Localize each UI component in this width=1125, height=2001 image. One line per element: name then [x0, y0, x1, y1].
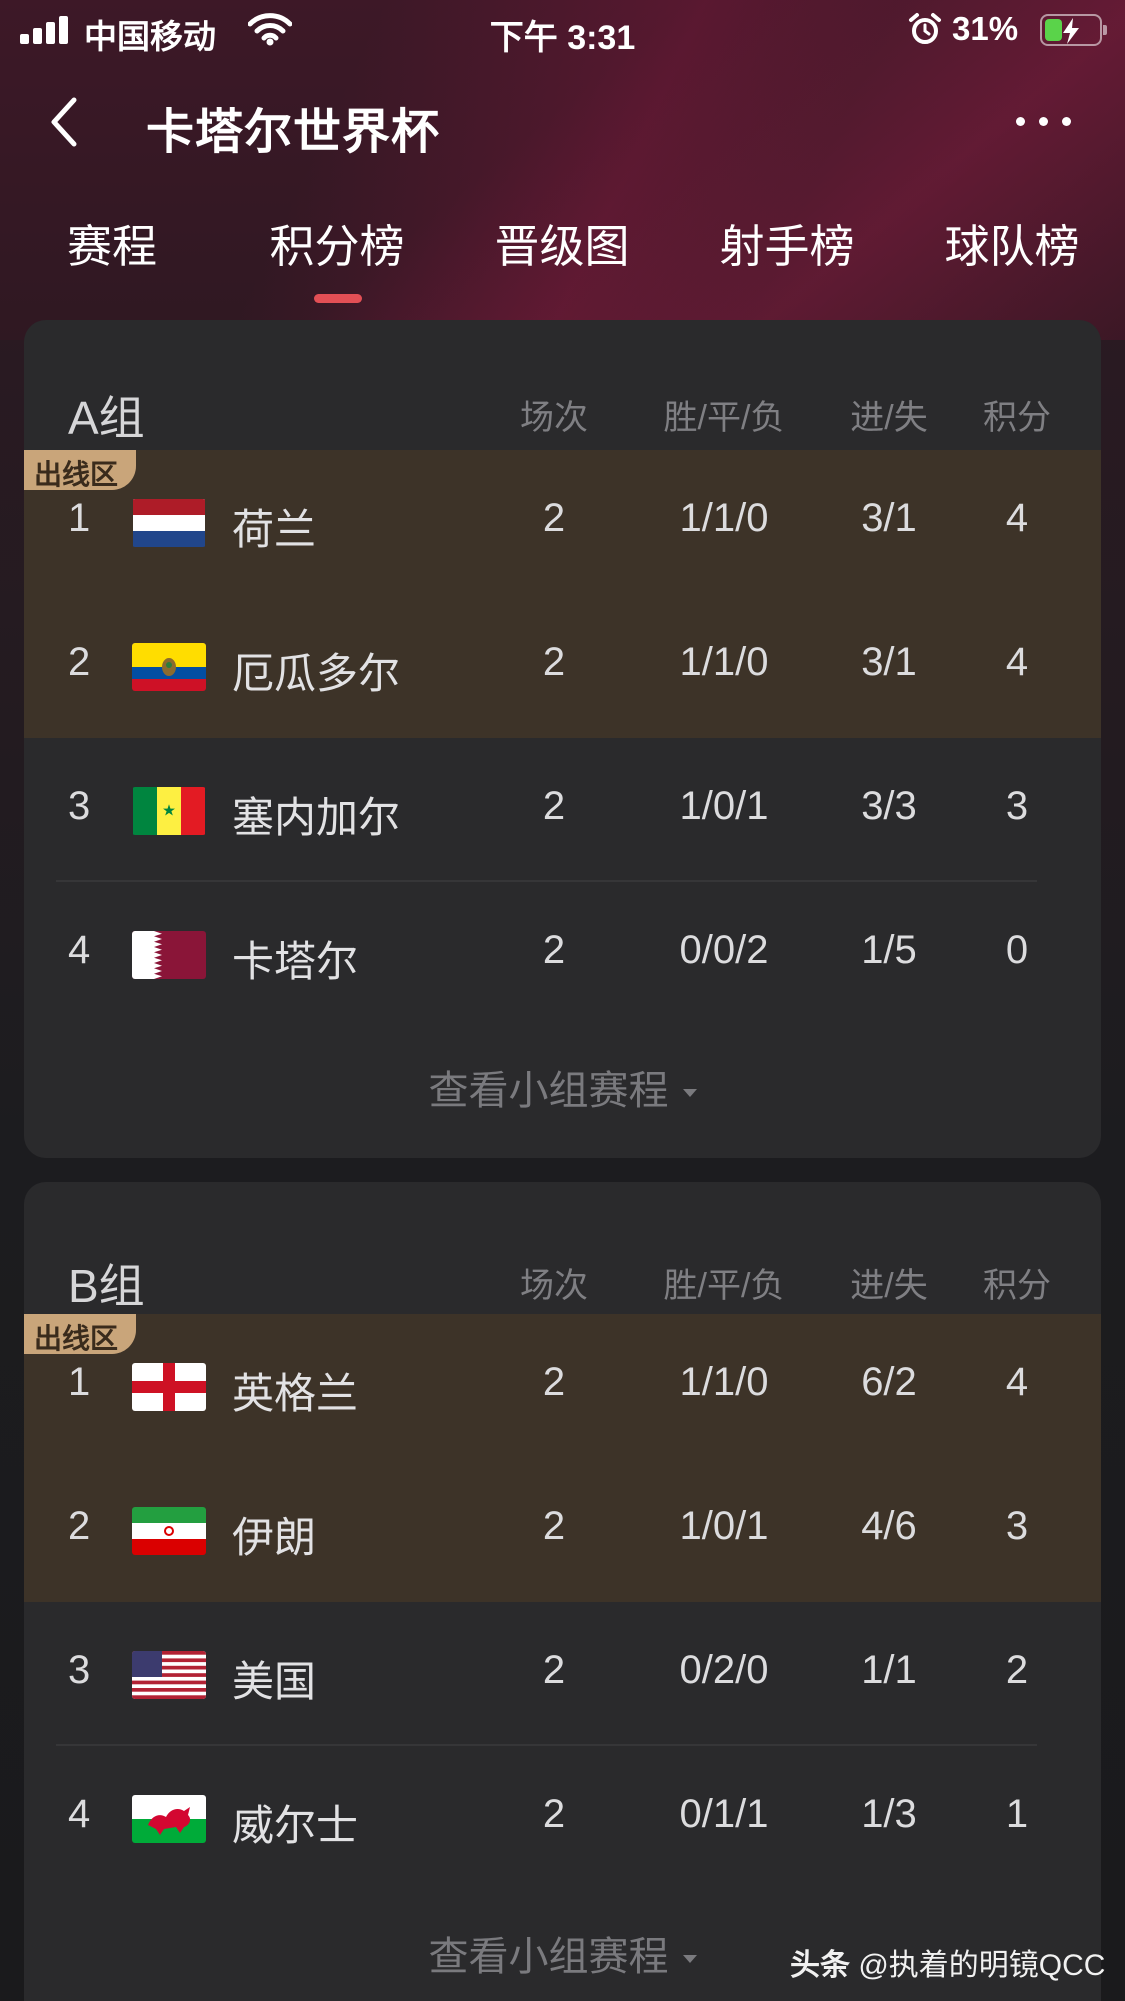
alarm-clock-icon	[909, 13, 941, 44]
rank: 2	[68, 1504, 91, 1548]
win-draw-loss: 1/1/0	[679, 496, 769, 540]
points: 3	[1005, 784, 1029, 828]
group-b-card: B组 场次 胜/平/负 进/失 积分 1 英格兰 2 1/1/0 6/2 4 出…	[24, 1182, 1101, 2001]
watermark-brand: 头条	[790, 1949, 850, 1982]
points: 2	[1005, 1648, 1029, 1692]
view-schedule-label: 查看小组赛程	[428, 1069, 669, 1113]
win-draw-loss: 0/0/2	[679, 928, 769, 972]
group-title: A组	[68, 392, 145, 444]
tab-top-scorers[interactable]: 射手榜	[697, 210, 877, 275]
table-row[interactable]: 1 英格兰 2 1/1/0 6/2 4	[24, 1314, 1101, 1458]
usa-flag-icon	[132, 1651, 206, 1699]
win-draw-loss: 1/1/0	[679, 640, 769, 684]
points: 3	[1005, 1504, 1029, 1548]
points: 4	[1005, 496, 1029, 540]
win-draw-loss: 0/1/1	[679, 1792, 769, 1836]
tab-schedule[interactable]: 赛程	[22, 210, 202, 275]
rank: 2	[68, 640, 91, 684]
table-row[interactable]: 2 厄瓜多尔 2 1/1/0 3/1 4	[24, 594, 1101, 738]
wales-flag-icon	[132, 1795, 206, 1843]
rank: 4	[68, 928, 91, 972]
view-schedule-label: 查看小组赛程	[428, 1935, 669, 1979]
column-points: 积分	[983, 1267, 1051, 1305]
rank: 1	[68, 1360, 91, 1404]
qualification-zone-badge: 出线区	[24, 1314, 136, 1354]
column-points: 积分	[983, 399, 1051, 437]
more-options-icon[interactable]	[1012, 110, 1076, 134]
tab-standings[interactable]: 积分榜	[247, 210, 427, 275]
points: 0	[1005, 928, 1029, 972]
column-wdl: 胜/平/负	[663, 1267, 785, 1305]
team-name: 塞内加尔	[232, 794, 401, 841]
page-title: 卡塔尔世界杯	[146, 106, 441, 159]
battery-icon	[1040, 14, 1107, 46]
iran-flag-icon	[132, 1507, 206, 1555]
england-flag-icon	[132, 1363, 206, 1411]
played: 2	[542, 784, 566, 828]
tab-bar: 赛程 积分榜 晋级图 射手榜 球队榜	[0, 210, 1125, 300]
table-row[interactable]: 4 卡塔尔 2 0/0/2 1/5 0	[24, 882, 1101, 1026]
played: 2	[542, 496, 566, 540]
table-row[interactable]: 3 美国 2 0/2/0 1/1 2	[24, 1602, 1101, 1746]
win-draw-loss: 0/2/0	[679, 1648, 769, 1692]
watermark-handle: @执着的明镜QCC	[858, 1949, 1106, 1982]
played: 2	[542, 928, 566, 972]
group-a-card: A组 场次 胜/平/负 进/失 积分 1 荷兰 2 1/1/0 3/1 4 出线…	[24, 320, 1101, 1158]
column-played: 场次	[520, 399, 588, 437]
caret-down-icon	[682, 1955, 697, 1964]
column-played: 场次	[520, 1267, 588, 1305]
ecuador-flag-icon	[132, 643, 206, 691]
team-name: 威尔士	[232, 1802, 359, 1849]
team-name: 厄瓜多尔	[232, 650, 401, 697]
team-name: 美国	[232, 1658, 317, 1705]
played: 2	[542, 1792, 566, 1836]
points: 4	[1005, 640, 1029, 684]
group-title: B组	[68, 1260, 145, 1312]
column-wdl: 胜/平/负	[663, 399, 785, 437]
win-draw-loss: 1/0/1	[679, 1504, 769, 1548]
table-row[interactable]: 2 伊朗 2 1/0/1 4/6 3	[24, 1458, 1101, 1602]
standings-page: 中国移动 下午 3:31 31% 卡塔尔世界杯 赛程 积分榜 晋级图 射手榜 球…	[0, 0, 1125, 2001]
active-tab-indicator	[314, 294, 362, 303]
netherlands-flag-icon	[132, 499, 206, 547]
played: 2	[542, 1360, 566, 1404]
win-draw-loss: 1/0/1	[679, 784, 769, 828]
played: 2	[542, 640, 566, 684]
qatar-flag-icon	[132, 931, 206, 979]
view-group-schedule-link[interactable]: 查看小组赛程	[24, 1058, 1101, 1116]
status-bar: 中国移动 下午 3:31 31%	[0, 0, 1125, 60]
rank: 1	[68, 496, 91, 540]
battery-percent: 31%	[952, 10, 1019, 47]
played: 2	[542, 1648, 566, 1692]
points: 1	[1005, 1792, 1029, 1836]
win-draw-loss: 1/1/0	[679, 1360, 769, 1404]
back-arrow-icon[interactable]	[40, 92, 84, 152]
qualification-zone-badge: 出线区	[24, 450, 136, 490]
tab-bracket[interactable]: 晋级图	[472, 210, 652, 275]
caret-down-icon	[682, 1089, 697, 1098]
group-header: A组 场次 胜/平/负 进/失 积分	[24, 320, 1101, 450]
table-row[interactable]: 4 威尔士 2 0/1/1 1/3 1	[24, 1746, 1101, 1890]
tab-team-rankings[interactable]: 球队榜	[922, 210, 1102, 275]
table-row[interactable]: 3 塞内加尔 2 1/0/1 3/3 3	[24, 738, 1101, 882]
rank: 3	[68, 1648, 91, 1692]
rank: 3	[68, 784, 91, 828]
team-name: 卡塔尔	[232, 938, 359, 985]
team-name: 英格兰	[232, 1370, 359, 1417]
table-row[interactable]: 1 荷兰 2 1/1/0 3/1 4	[24, 450, 1101, 594]
points: 4	[1005, 1360, 1029, 1404]
rank: 4	[68, 1792, 91, 1836]
watermark: 头条 @执着的明镜QCC	[790, 1940, 1105, 1984]
played: 2	[542, 1504, 566, 1548]
senegal-flag-icon	[132, 787, 206, 835]
team-name: 伊朗	[232, 1514, 317, 1561]
team-name: 荷兰	[232, 506, 317, 553]
group-header: B组 场次 胜/平/负 进/失 积分	[24, 1182, 1101, 1312]
